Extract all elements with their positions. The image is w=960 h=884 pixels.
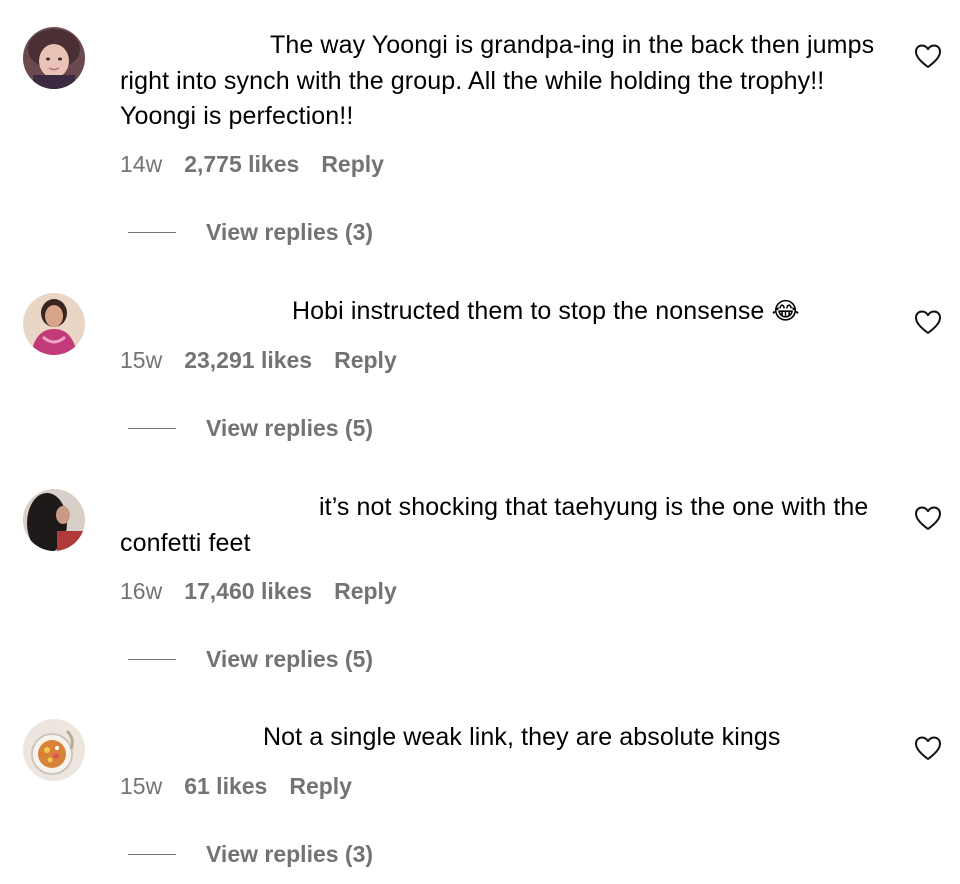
replies-divider-line [128,853,176,855]
comment-likes-count[interactable]: 61 likes [184,773,267,799]
avatar[interactable] [23,719,85,781]
laughing-emoji: 😂 [771,297,800,325]
view-replies-label: View replies (5) [206,414,374,441]
comment-timestamp: 14w [120,151,163,177]
comment-timestamp: 16w [120,578,163,604]
view-replies-button[interactable]: View replies (5) [128,644,373,674]
heart-outline-icon[interactable] [914,505,942,531]
avatar[interactable] [23,489,85,551]
comment-text: it’s not shocking that taehyung is the o… [120,493,869,557]
reply-button[interactable]: Reply [334,578,397,604]
comment-text: Hobi instructed them to stop the nonsens… [292,297,765,325]
heart-outline-icon[interactable] [914,43,942,69]
replies-divider-line [128,427,176,429]
comment-text: The way Yoongi is grandpa-ing in the bac… [120,31,875,130]
comment-meta: 15w 23,291 likes Reply [120,346,397,374]
comment-timestamp: 15w [120,773,163,799]
replies-divider-line [128,231,176,233]
avatar[interactable] [23,27,85,89]
reply-button[interactable]: Reply [334,347,397,373]
heart-outline-icon[interactable] [914,735,942,761]
avatar[interactable] [23,293,85,355]
heart-outline-icon[interactable] [914,309,942,335]
comment-likes-count[interactable]: 17,460 likes [184,578,312,604]
comment-likes-count[interactable]: 23,291 likes [184,347,312,373]
reply-button[interactable]: Reply [289,773,352,799]
comment-meta: 14w 2,775 likes Reply [120,150,384,178]
comment-timestamp: 15w [120,347,163,373]
view-replies-button[interactable]: View replies (3) [128,839,373,869]
view-replies-label: View replies (3) [206,218,374,245]
comment-likes-count[interactable]: 2,775 likes [184,151,299,177]
replies-divider-line [128,658,176,660]
comment-meta: 15w 61 likes Reply [120,772,352,800]
view-replies-button[interactable]: View replies (5) [128,413,373,443]
view-replies-label: View replies (5) [206,645,374,672]
comment-text: Not a single weak link, they are absolut… [263,723,781,751]
view-replies-label: View replies (3) [206,840,374,867]
comment-meta: 16w 17,460 likes Reply [120,577,397,605]
view-replies-button[interactable]: View replies (3) [128,217,373,247]
reply-button[interactable]: Reply [321,151,384,177]
